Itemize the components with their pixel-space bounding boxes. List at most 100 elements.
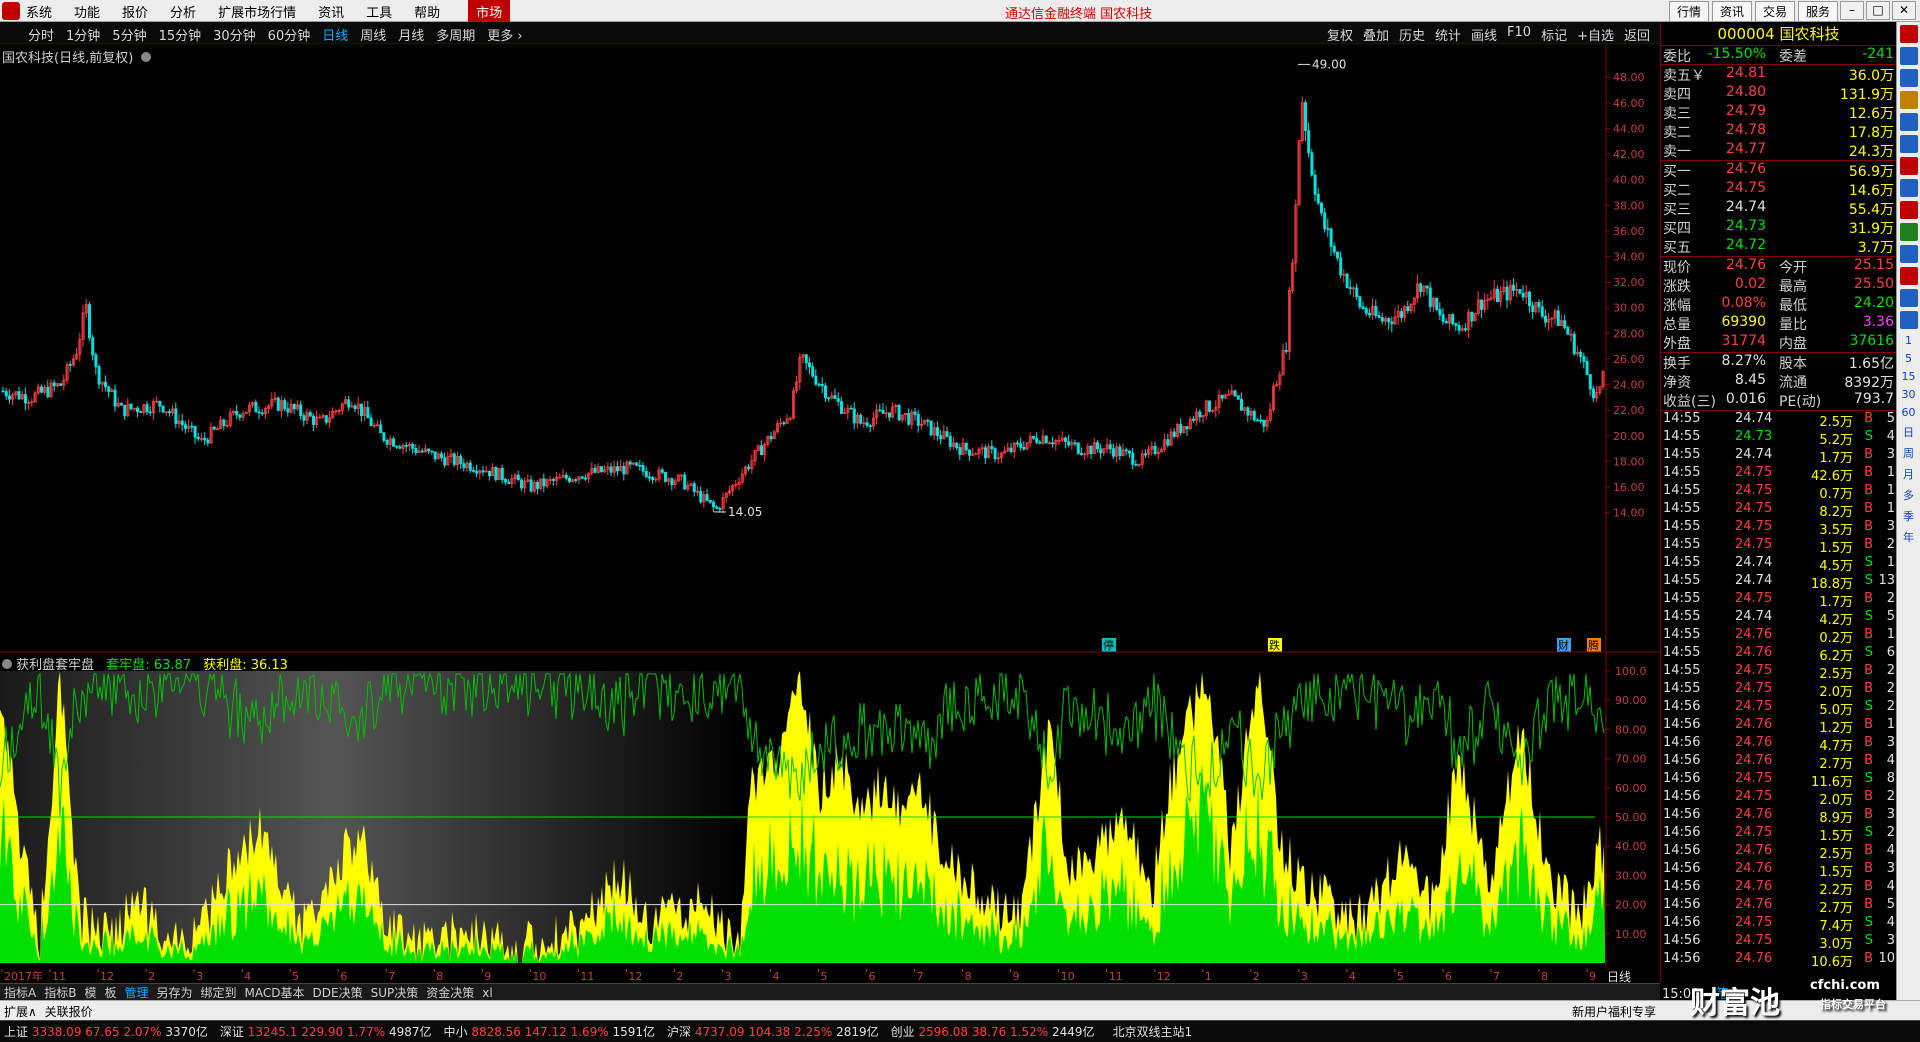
candle-body [670,478,674,485]
menu-item-analysis[interactable]: 分析 [170,2,196,21]
menu-item-system[interactable]: 系统 [26,2,52,21]
side-period-link[interactable]: 年 [1897,529,1920,545]
tool-icon[interactable] [1899,113,1918,131]
toolbar-button[interactable]: 历史 [1399,25,1425,44]
tool-icon[interactable] [1899,135,1918,153]
menu-item-help[interactable]: 帮助 [414,2,440,21]
index-item[interactable]: 中小 8828.56 147.12 1.69% 1591亿 [443,1023,655,1040]
index-item[interactable]: 创业 2596.08 38.76 1.52% 2449亿 [891,1023,1095,1040]
tool-icon[interactable] [1899,289,1918,307]
news-button[interactable]: 资讯 [1711,1,1752,22]
date-label: 4 [244,970,251,983]
toolbar-button[interactable]: 叠加 [1363,25,1389,44]
candle-body [708,499,712,503]
menu-item-news[interactable]: 资讯 [318,2,344,21]
period-tab[interactable]: 5分钟 [112,25,146,44]
side-period-link[interactable]: 周 [1897,445,1920,461]
indicator-tab[interactable]: SUP决策 [371,986,419,1000]
market-button[interactable]: 市场 [468,0,511,23]
index-item[interactable]: 上证 3338.09 67.65 2.07% 3370亿 [4,1023,208,1040]
candle-body [568,477,572,483]
candle-body [1400,311,1404,318]
toolbar-button[interactable]: 统计 [1435,25,1461,44]
toolbar-button[interactable]: 标记 [1541,25,1567,44]
quote-button[interactable]: 行情 [1668,1,1709,22]
indicator-tab[interactable]: 指标B [44,986,76,1000]
tool-icon[interactable] [1899,201,1918,219]
related-quote-button[interactable]: 关联报价 [45,1005,93,1019]
menu-item-tools[interactable]: 工具 [366,2,392,21]
minimize-icon[interactable]: – [1840,1,1864,20]
side-period-link[interactable]: 30 [1897,388,1920,401]
side-period-link[interactable]: 15 [1897,370,1920,383]
service-button[interactable]: 服务 [1797,1,1838,22]
tool-icon[interactable] [1899,157,1918,175]
tick-count: 5 [1886,609,1895,624]
restore-icon[interactable]: □ [1866,1,1890,20]
indicator-tab[interactable]: DDE决策 [313,986,363,1000]
menu-item-ext-market[interactable]: 扩展市场行情 [218,2,296,21]
period-tab[interactable]: 多周期 [436,25,475,44]
profit-trapped-indicator[interactable]: 100.0 90.00 80.00 70.00 60.00 50.00 40.00 30.00… [0,653,1660,969]
tick-time: 14:55 [1663,609,1701,624]
promo-message[interactable]: 新用户福利专享 [1572,1003,1656,1020]
period-tab[interactable]: 15分钟 [159,25,202,44]
period-tab[interactable]: 更多 › [487,25,522,44]
side-period-link[interactable]: 日 [1897,424,1920,440]
period-tab[interactable]: 月线 [398,25,424,44]
tick-time: 14:55 [1663,411,1701,426]
tool-icon[interactable] [1899,91,1918,109]
toolbar-button[interactable]: 复权 [1327,25,1353,44]
tick-price: 24.75 [1735,465,1773,480]
candlestick-chart[interactable]: 48.00 46.00 44.00 42.00 40.00 38.00 36.00 34.00… [0,44,1660,653]
tool-icon[interactable] [1899,25,1918,43]
high-price-label: 49.00 [1312,57,1346,71]
trade-button[interactable]: 交易 [1754,1,1795,22]
tool-icon[interactable] [1899,245,1918,263]
settings-icon[interactable] [141,52,152,62]
tool-icon[interactable] [1899,311,1918,329]
settings-icon[interactable] [2,659,12,669]
index-item[interactable]: 沪深 4737.09 104.38 2.25% 2819亿 [667,1023,879,1040]
index-change: 229.90 [301,1025,347,1039]
indicator-tab[interactable]: 另存为 [157,986,193,1000]
period-tab[interactable]: 30分钟 [213,25,256,44]
menu-item-quote[interactable]: 报价 [122,2,148,21]
tool-icon[interactable] [1899,47,1918,65]
indicator-tab[interactable]: 绑定到 [201,986,237,1000]
expand-button[interactable]: 扩展∧ [4,1005,37,1019]
tool-icon[interactable] [1899,179,1918,197]
side-period-link[interactable]: 60 [1897,406,1920,419]
indicator-tab[interactable]: xl [482,986,492,1000]
tool-icon[interactable] [1899,223,1918,241]
period-tab[interactable]: 日线 [322,25,348,44]
indicator-tab[interactable]: 管理 [124,986,148,1000]
tool-icon[interactable] [1899,267,1918,285]
indicator-tab[interactable]: 板 [104,986,116,1000]
toolbar-button[interactable]: +自选 [1577,25,1614,44]
tick-side: B [1864,627,1873,642]
index-item[interactable]: 深证 13245.1 229.90 1.77% 4987亿 [220,1023,432,1040]
stat-value: 25.15 [1853,257,1894,273]
toolbar-button[interactable]: 画线 [1471,25,1497,44]
indicator-tab[interactable]: 指标A [4,986,36,1000]
side-period-link[interactable]: 季 [1897,508,1920,524]
period-tab[interactable]: 60分钟 [268,25,311,44]
period-tab[interactable]: 周线 [360,25,386,44]
tool-icon[interactable] [1899,69,1918,87]
close-icon[interactable]: ✕ [1892,1,1916,20]
period-tab[interactable]: 分时 [28,25,54,44]
indicator-tab[interactable]: 资金决策 [426,986,474,1000]
indicator-tab[interactable]: MACD基本 [245,986,305,1000]
tick-row: 14:55 24.76 6.2万 S 6 [1661,645,1896,664]
side-period-link[interactable]: 月 [1897,466,1920,482]
side-period-link[interactable]: 1 [1897,334,1920,347]
menu-item-function[interactable]: 功能 [74,2,100,21]
period-tab[interactable]: 1分钟 [66,25,100,44]
toolbar-button[interactable]: F10 [1507,25,1531,44]
indicator-tab[interactable]: 模 [84,986,96,1000]
tick-price: 24.76 [1735,753,1773,768]
side-period-link[interactable]: 5 [1897,352,1920,365]
side-period-link[interactable]: 多 [1897,487,1920,503]
toolbar-button[interactable]: 返回 [1624,25,1650,44]
